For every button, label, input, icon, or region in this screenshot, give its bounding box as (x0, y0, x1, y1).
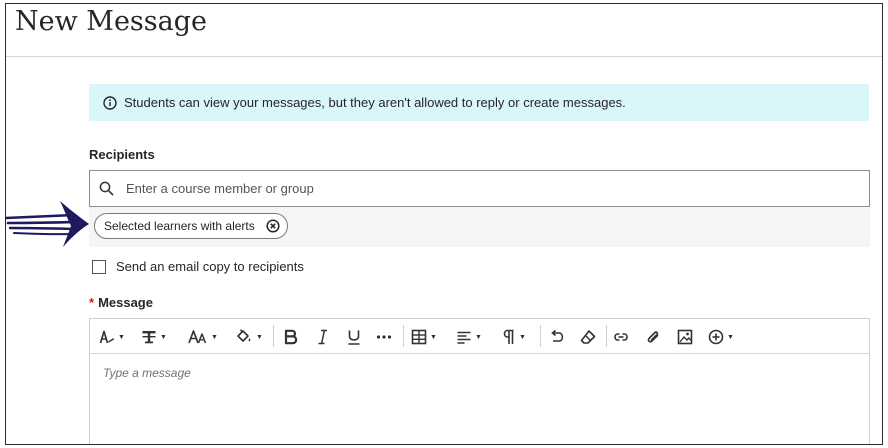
message-body[interactable]: Type a message (90, 354, 869, 444)
message-placeholder: Type a message (103, 366, 191, 380)
remove-recipient-icon[interactable] (266, 219, 280, 233)
bold-icon (284, 329, 298, 345)
toolbar-divider (273, 325, 274, 347)
info-banner: Students can view your messages, but the… (89, 84, 869, 121)
insert-table-button[interactable]: ▼ (411, 328, 437, 346)
title-divider (6, 56, 882, 57)
new-message-panel: New Message Students can view your messa… (5, 3, 883, 445)
message-editor: ▼ ▼ ▼ ▼ ▼ ▼ ▼ ▼ Type a message (89, 318, 870, 444)
more-options-button[interactable] (376, 328, 392, 346)
attach-file-button[interactable] (645, 328, 661, 346)
email-copy-checkbox[interactable] (92, 259, 106, 274)
toolbar-divider (606, 325, 607, 347)
recipients-label: Recipients (89, 147, 155, 162)
pilcrow-icon (503, 329, 514, 344)
chevron-down-icon: ▼ (475, 333, 482, 341)
email-copy-option[interactable]: Send an email copy to recipients (92, 259, 304, 274)
required-marker: * (89, 295, 95, 310)
recipient-chip-label: Selected learners with alerts (104, 219, 255, 233)
toolbar-divider (403, 325, 404, 347)
message-label: Message (98, 295, 153, 310)
info-banner-text: Students can view your messages, but the… (124, 95, 626, 110)
align-left-icon (457, 331, 471, 344)
undo-icon (551, 329, 564, 342)
paperclip-icon (647, 331, 659, 343)
chevron-down-icon: ▼ (211, 333, 218, 341)
bold-button[interactable] (283, 328, 299, 346)
chevron-down-icon: ▼ (160, 333, 167, 341)
paragraph-style-button[interactable]: ▼ (99, 328, 125, 346)
message-label-row: * Message (89, 295, 153, 310)
chevron-down-icon: ▼ (519, 333, 526, 341)
paint-bucket-icon (237, 329, 251, 342)
editor-toolbar: ▼ ▼ ▼ ▼ ▼ ▼ ▼ ▼ (90, 319, 869, 354)
insert-content-button[interactable]: ▼ (708, 328, 734, 346)
table-icon (411, 329, 427, 345)
text-style-icon (142, 331, 156, 344)
undo-button[interactable] (549, 328, 565, 346)
chevron-down-icon: ▼ (430, 333, 437, 341)
clear-formatting-button[interactable] (580, 328, 596, 346)
recipient-chip: Selected learners with alerts (94, 213, 288, 239)
underline-button[interactable] (347, 328, 361, 346)
insert-link-button[interactable] (613, 328, 629, 346)
eraser-icon (580, 330, 596, 344)
chevron-down-icon: ▼ (727, 333, 734, 341)
page-title: New Message (15, 6, 207, 37)
font-size-button[interactable]: ▼ (188, 328, 218, 346)
pen-style-icon (99, 330, 114, 344)
text-style-button[interactable]: ▼ (141, 328, 167, 346)
insert-image-button[interactable] (677, 328, 693, 346)
info-icon (103, 95, 117, 110)
recipients-search-input[interactable] (124, 180, 728, 197)
link-icon (614, 333, 628, 341)
plus-circle-icon (708, 329, 724, 345)
text-color-button[interactable]: ▼ (235, 328, 263, 346)
chevron-down-icon: ▼ (256, 333, 263, 341)
search-icon (99, 181, 114, 196)
italic-icon (318, 329, 327, 345)
recipients-search[interactable] (89, 170, 870, 207)
annotation-arrow-icon (4, 201, 89, 247)
selected-recipients: Selected learners with alerts (89, 207, 870, 247)
underline-icon (348, 330, 360, 345)
italic-button[interactable] (316, 328, 330, 346)
image-icon (677, 329, 693, 345)
chevron-down-icon: ▼ (118, 333, 125, 341)
paragraph-format-button[interactable]: ▼ (502, 328, 526, 346)
more-horizontal-icon (376, 335, 392, 339)
font-size-icon (188, 330, 207, 344)
email-copy-label: Send an email copy to recipients (116, 259, 304, 274)
alignment-button[interactable]: ▼ (456, 328, 482, 346)
toolbar-divider (540, 325, 541, 347)
